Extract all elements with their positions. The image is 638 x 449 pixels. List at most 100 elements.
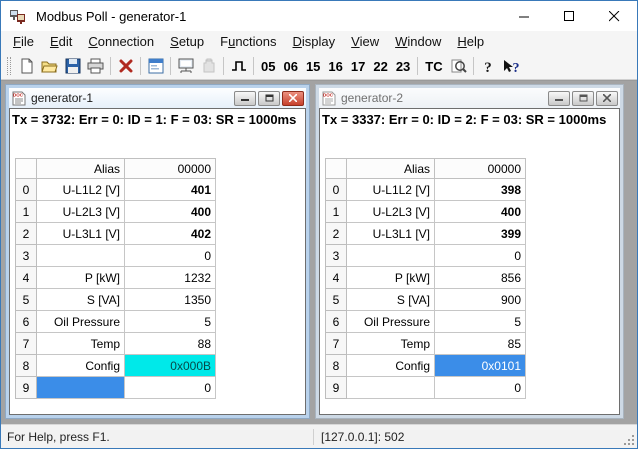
alias-cell[interactable]: P [kW]: [37, 267, 125, 289]
alias-cell[interactable]: Oil Pressure: [37, 311, 125, 333]
row-number-cell[interactable]: 2: [16, 223, 37, 245]
row-number-cell[interactable]: 4: [16, 267, 37, 289]
alias-cell[interactable]: [37, 245, 125, 267]
menu-file[interactable]: File: [5, 32, 42, 52]
child-close-button[interactable]: [282, 91, 304, 106]
alias-cell[interactable]: U-L1L2 [V]: [347, 179, 435, 201]
value-cell[interactable]: 5: [435, 311, 526, 333]
child-close-button[interactable]: [596, 91, 618, 106]
new-file-icon[interactable]: [15, 55, 38, 77]
child-minimize-button[interactable]: [548, 91, 570, 106]
menu-functions[interactable]: Functions: [212, 32, 284, 52]
row-number-cell[interactable]: 4: [326, 267, 347, 289]
tc-button[interactable]: TC: [421, 57, 446, 76]
value-cell[interactable]: 398: [435, 179, 526, 201]
child-minimize-button[interactable]: [234, 91, 256, 106]
cancel-icon[interactable]: [114, 55, 137, 77]
child-window-generator-1[interactable]: DOC generator-1 Tx = 3732: Err = 0: ID =…: [6, 85, 309, 418]
function-code-22-button[interactable]: 22: [369, 57, 391, 76]
function-code-17-button[interactable]: 17: [347, 57, 369, 76]
value-cell[interactable]: 88: [125, 333, 216, 355]
row-number-cell[interactable]: 0: [16, 179, 37, 201]
function-code-16-button[interactable]: 16: [324, 57, 346, 76]
value-cell[interactable]: 1232: [125, 267, 216, 289]
alias-cell[interactable]: U-L3L1 [V]: [37, 223, 125, 245]
read-write-definition-icon[interactable]: [174, 55, 197, 77]
value-cell[interactable]: 856: [435, 267, 526, 289]
alias-cell[interactable]: U-L2L3 [V]: [347, 201, 435, 223]
alias-cell[interactable]: [37, 377, 125, 399]
row-number-cell[interactable]: 7: [326, 333, 347, 355]
menu-display[interactable]: Display: [285, 32, 344, 52]
row-number-cell[interactable]: 8: [326, 355, 347, 377]
alias-cell[interactable]: S [VA]: [37, 289, 125, 311]
value-cell[interactable]: 400: [435, 201, 526, 223]
alias-cell[interactable]: [347, 245, 435, 267]
menu-connection[interactable]: Connection: [80, 32, 162, 52]
toolbar-grip[interactable]: [7, 57, 11, 75]
row-number-cell[interactable]: 1: [326, 201, 347, 223]
help-icon[interactable]: ?: [477, 55, 500, 77]
display-setup-icon[interactable]: [144, 55, 167, 77]
function-code-06-button[interactable]: 06: [279, 57, 301, 76]
values-column-header[interactable]: 00000: [435, 159, 526, 179]
value-cell[interactable]: 0x000B: [125, 355, 216, 377]
alias-cell[interactable]: U-L3L1 [V]: [347, 223, 435, 245]
row-number-cell[interactable]: 5: [16, 289, 37, 311]
value-cell[interactable]: 399: [435, 223, 526, 245]
maximize-button[interactable]: [547, 1, 592, 31]
row-number-cell[interactable]: 0: [326, 179, 347, 201]
value-cell[interactable]: 0: [125, 245, 216, 267]
child-titlebar[interactable]: DOC generator-2: [319, 88, 620, 108]
row-number-cell[interactable]: 6: [16, 311, 37, 333]
alias-cell[interactable]: P [kW]: [347, 267, 435, 289]
find-icon[interactable]: [447, 55, 470, 77]
menu-window[interactable]: Window: [387, 32, 449, 52]
alias-cell[interactable]: U-L1L2 [V]: [37, 179, 125, 201]
row-number-cell[interactable]: 7: [16, 333, 37, 355]
row-number-cell[interactable]: 9: [16, 377, 37, 399]
minimize-button[interactable]: [502, 1, 547, 31]
save-icon[interactable]: [61, 55, 84, 77]
row-number-cell[interactable]: 3: [326, 245, 347, 267]
child-titlebar[interactable]: DOC generator-1: [9, 88, 306, 108]
value-cell[interactable]: 402: [125, 223, 216, 245]
function-code-23-button[interactable]: 23: [392, 57, 414, 76]
value-cell[interactable]: 900: [435, 289, 526, 311]
context-help-icon[interactable]: ?: [500, 55, 523, 77]
row-number-cell[interactable]: 9: [326, 377, 347, 399]
alias-cell[interactable]: Temp: [347, 333, 435, 355]
close-button[interactable]: [592, 1, 637, 31]
menu-help[interactable]: Help: [449, 32, 492, 52]
row-number-cell[interactable]: 1: [16, 201, 37, 223]
function-code-05-button[interactable]: 05: [257, 57, 279, 76]
value-cell[interactable]: 0: [125, 377, 216, 399]
resize-grip[interactable]: [622, 433, 636, 447]
menu-edit[interactable]: Edit: [42, 32, 80, 52]
value-cell[interactable]: 1350: [125, 289, 216, 311]
value-cell[interactable]: 0: [435, 245, 526, 267]
row-number-cell[interactable]: 2: [326, 223, 347, 245]
child-restore-button[interactable]: [572, 91, 594, 106]
value-cell[interactable]: 5: [125, 311, 216, 333]
values-column-header[interactable]: 00000: [125, 159, 216, 179]
value-cell[interactable]: 0x0101: [435, 355, 526, 377]
menu-setup[interactable]: Setup: [162, 32, 212, 52]
alias-cell[interactable]: S [VA]: [347, 289, 435, 311]
child-window-generator-2[interactable]: DOC generator-2 Tx = 3337: Err = 0: ID =…: [316, 85, 623, 418]
function-code-15-button[interactable]: 15: [302, 57, 324, 76]
row-number-cell[interactable]: 5: [326, 289, 347, 311]
alias-column-header[interactable]: Alias: [347, 159, 435, 179]
value-cell[interactable]: 401: [125, 179, 216, 201]
alias-cell[interactable]: Oil Pressure: [347, 311, 435, 333]
row-number-cell[interactable]: 6: [326, 311, 347, 333]
open-file-icon[interactable]: [38, 55, 61, 77]
child-restore-button[interactable]: [258, 91, 280, 106]
pulse-icon[interactable]: [227, 55, 250, 77]
alias-cell[interactable]: [347, 377, 435, 399]
row-number-cell[interactable]: 3: [16, 245, 37, 267]
row-number-cell[interactable]: 8: [16, 355, 37, 377]
alias-cell[interactable]: Temp: [37, 333, 125, 355]
alias-cell[interactable]: Config: [37, 355, 125, 377]
value-cell[interactable]: 400: [125, 201, 216, 223]
